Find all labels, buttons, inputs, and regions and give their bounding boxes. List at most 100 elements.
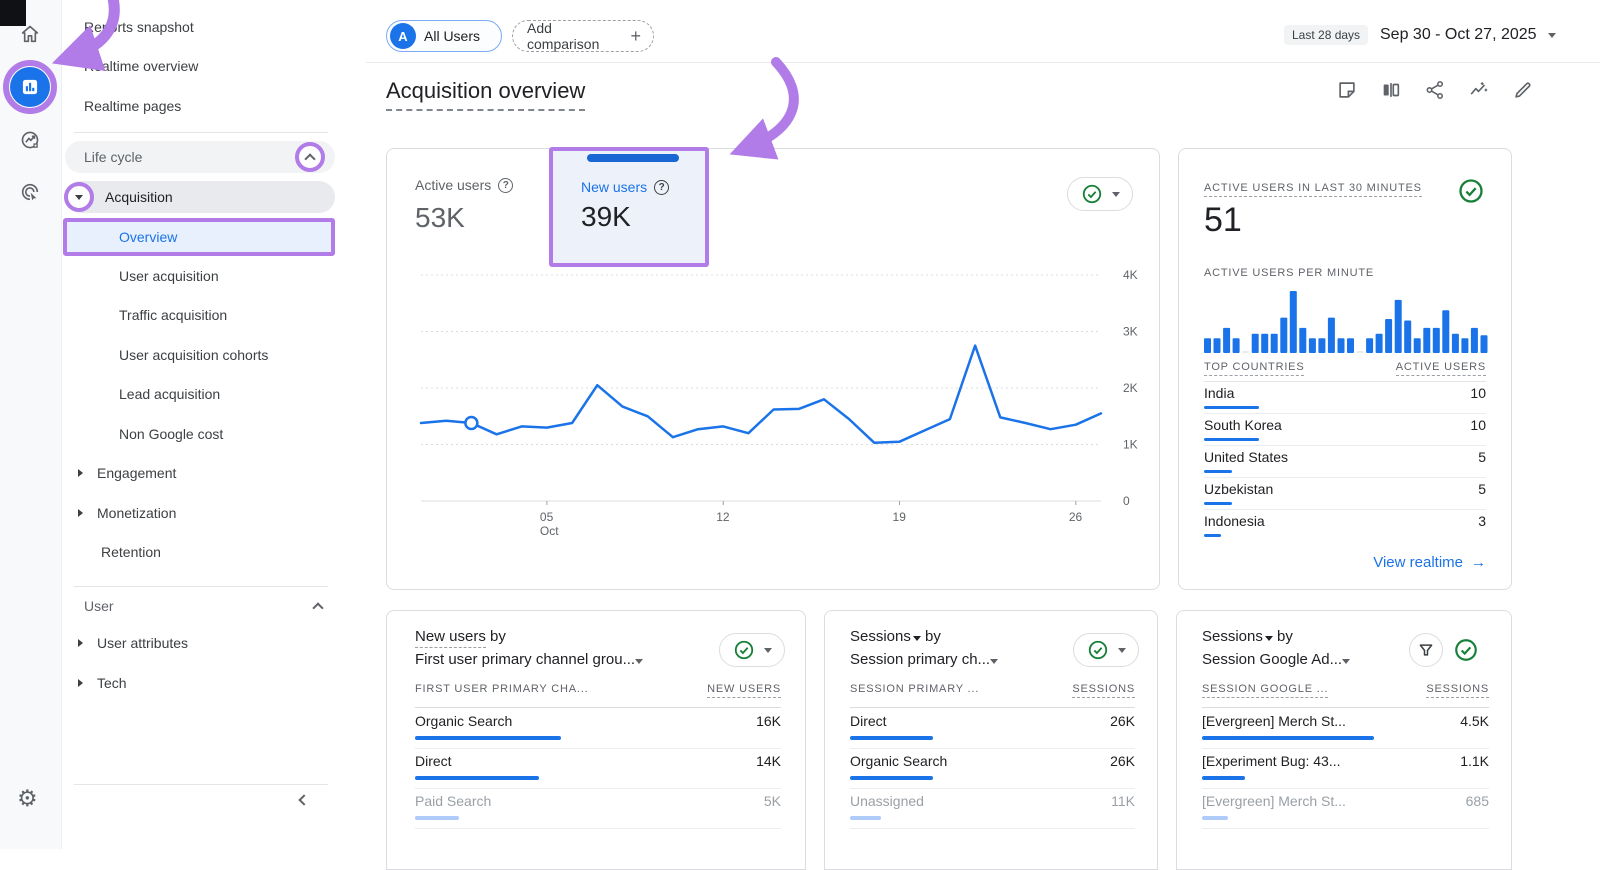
caret-down-icon — [1112, 192, 1120, 197]
caret-down-icon — [764, 648, 772, 653]
comparison-panels-icon[interactable] — [1380, 79, 1402, 101]
dimension-selector[interactable]: Session Google Ad... — [1202, 651, 1350, 668]
sidebar-item-overview-selected[interactable]: Overview — [67, 222, 331, 252]
svg-text:Oct: Oct — [540, 524, 559, 538]
chevron-up-icon[interactable] — [304, 153, 315, 164]
realtime-users-value: 51 — [1204, 201, 1242, 240]
column-header-metric[interactable]: SESSIONS — [1426, 683, 1489, 698]
header-divider — [850, 707, 1135, 708]
country-row[interactable]: United States5 — [1204, 446, 1486, 478]
caret-down-icon[interactable] — [75, 195, 83, 200]
active-users-header: ACTIVE USERS — [1396, 361, 1486, 376]
per-minute-label: ACTIVE USERS PER MINUTE — [1204, 267, 1374, 279]
dimension-selector[interactable]: First user primary channel grou... — [415, 651, 643, 668]
metric-active-users[interactable]: Active users ? 53K — [415, 177, 513, 234]
collapse-sidebar-icon[interactable] — [298, 794, 309, 805]
svg-text:12: 12 — [716, 510, 730, 524]
sidebar-item-non-google-cost[interactable]: Non Google cost — [62, 418, 366, 450]
caret-down-icon — [1342, 659, 1350, 664]
filter-funnel-icon — [1417, 641, 1435, 659]
date-range-selector[interactable]: Sep 30 - Oct 27, 2025 — [1380, 26, 1537, 44]
check-status-icon — [1081, 183, 1103, 205]
data-quality-menu[interactable] — [1067, 177, 1133, 211]
caret-right-icon[interactable] — [78, 469, 83, 477]
advertising-nav-button[interactable] — [16, 178, 44, 206]
caret-down-icon — [990, 659, 998, 664]
table-row[interactable]: Organic Search26K — [850, 749, 1135, 789]
section-user[interactable]: User — [62, 590, 366, 622]
new-users-line-chart[interactable]: 01K2K3K4K05Oct121926 — [411, 265, 1151, 551]
metric-new-users-tab[interactable]: New users ? 39K — [553, 151, 705, 263]
header-divider — [1202, 707, 1489, 708]
table-row[interactable]: [Experiment Bug: 43...1.1K — [1202, 749, 1489, 789]
sidebar-item-monetization[interactable]: Monetization — [62, 497, 366, 529]
caret-right-icon[interactable] — [78, 509, 83, 517]
bar-chart-icon — [20, 77, 40, 97]
check-status-icon — [1087, 639, 1109, 661]
explore-icon — [19, 129, 41, 151]
column-header-dimension[interactable]: SESSION GOOGLE ... — [1202, 683, 1328, 698]
country-row[interactable]: Indonesia3 — [1204, 510, 1486, 542]
sidebar-item-retention[interactable]: Retention — [62, 536, 366, 568]
sidebar-item-lead-acquisition[interactable]: Lead acquisition — [62, 378, 366, 410]
country-row[interactable]: Uzbekistan5 — [1204, 478, 1486, 510]
card-metric-link[interactable]: New users — [415, 628, 486, 648]
check-status-icon — [733, 639, 755, 661]
svg-text:05: 05 — [540, 510, 554, 524]
sidebar-item-realtime-pages[interactable]: Realtime pages — [62, 90, 366, 122]
filter-button[interactable] — [1409, 633, 1443, 667]
caret-down-icon — [635, 659, 643, 664]
country-row[interactable]: India10 — [1204, 382, 1486, 414]
data-quality-button[interactable] — [1449, 633, 1483, 667]
caret-right-icon[interactable] — [78, 639, 83, 647]
card-metric-selector[interactable]: Sessions — [850, 628, 921, 645]
table-row[interactable]: [Evergreen] Merch St...685 — [1202, 789, 1489, 829]
table-row[interactable]: Direct26K — [850, 709, 1135, 749]
svg-text:0: 0 — [1123, 494, 1130, 508]
chevron-up-icon[interactable] — [312, 602, 323, 613]
table-row[interactable]: [Evergreen] Merch St...4.5K — [1202, 709, 1489, 749]
caret-right-icon[interactable] — [78, 679, 83, 687]
annotation-circle-acquisition-caret — [64, 182, 94, 212]
section-acquisition[interactable]: Acquisition — [65, 181, 335, 213]
note-icon[interactable] — [1336, 79, 1358, 101]
sidebar-item-tech[interactable]: Tech — [62, 667, 366, 699]
annotation-arrow-new-users — [744, 62, 794, 149]
sidebar-item-user-attributes[interactable]: User attributes — [62, 627, 366, 659]
data-quality-menu[interactable] — [1073, 633, 1139, 667]
view-realtime-link[interactable]: View realtime → — [1373, 554, 1486, 571]
column-header-metric[interactable]: SESSIONS — [1072, 683, 1135, 698]
page-title: Acquisition overview — [386, 78, 585, 104]
column-header-dimension[interactable]: FIRST USER PRIMARY CHA... — [415, 683, 588, 695]
settings-gear-icon[interactable]: ⚙ — [17, 785, 38, 812]
reports-nav-button[interactable] — [10, 67, 50, 107]
table-row[interactable]: Paid Search5K — [415, 789, 781, 829]
all-users-comparison-chip[interactable]: A All Users — [386, 20, 502, 52]
dimension-selector[interactable]: Session primary ch... — [850, 651, 998, 668]
column-header-metric[interactable]: NEW USERS — [707, 683, 781, 698]
card-metric-selector[interactable]: Sessions — [1202, 628, 1273, 645]
help-icon: ? — [654, 180, 669, 195]
sidebar-item-reports-snapshot[interactable]: Reports snapshot — [62, 11, 366, 43]
data-quality-menu[interactable] — [719, 633, 785, 667]
check-status-icon[interactable] — [1457, 177, 1485, 205]
add-comparison-button[interactable]: Add comparison + — [512, 20, 654, 52]
column-header-dimension[interactable]: SESSION PRIMARY ... — [850, 683, 979, 695]
share-icon[interactable] — [1424, 79, 1446, 101]
explore-nav-button[interactable] — [16, 126, 44, 154]
country-row[interactable]: South Korea10 — [1204, 414, 1486, 446]
table-row[interactable]: Unassigned11K — [850, 789, 1135, 829]
table-row[interactable]: Direct14K — [415, 749, 781, 789]
sidebar-item-traffic-acquisition[interactable]: Traffic acquisition — [62, 299, 366, 331]
sidebar-item-user-acquisition[interactable]: User acquisition — [62, 260, 366, 292]
active-users-per-minute-chart[interactable] — [1204, 287, 1490, 354]
sidebar-item-engagement[interactable]: Engagement — [62, 457, 366, 489]
sidebar-item-user-acquisition-cohorts[interactable]: User acquisition cohorts — [62, 339, 366, 371]
edit-pencil-icon[interactable] — [1512, 79, 1534, 101]
table-row[interactable]: Organic Search16K — [415, 709, 781, 749]
caret-down-icon[interactable] — [1548, 33, 1556, 38]
svg-text:19: 19 — [893, 510, 907, 524]
annotation-box-overview: Overview — [63, 218, 335, 256]
sidebar-item-realtime-overview[interactable]: Realtime overview — [62, 50, 366, 82]
insights-icon[interactable] — [1468, 79, 1490, 101]
